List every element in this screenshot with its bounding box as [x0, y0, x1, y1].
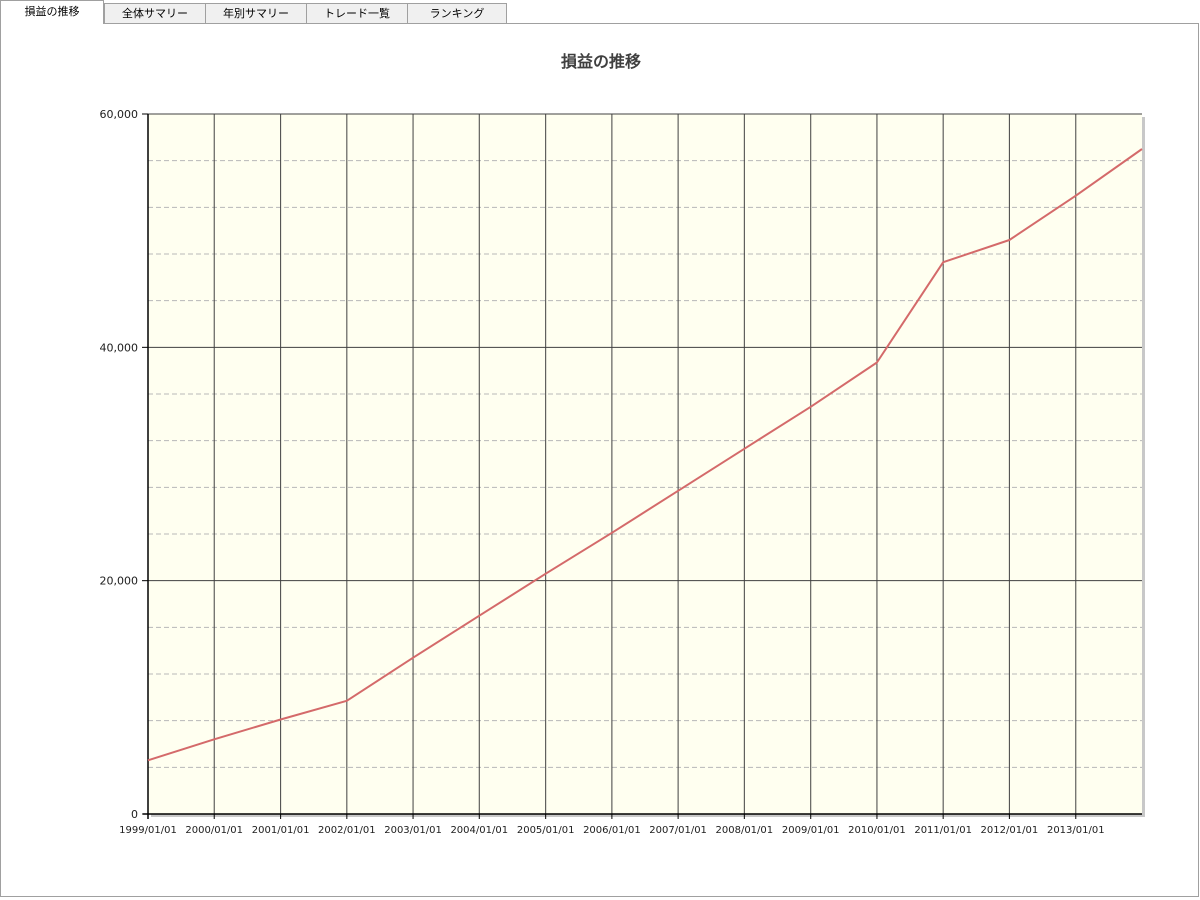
x-tick-label: 2008/01/01 — [716, 825, 774, 836]
y-tick-label: 0 — [131, 808, 138, 821]
tab-overall-summary[interactable]: 全体サマリー — [104, 3, 206, 23]
tab-trade-list[interactable]: トレード一覧 — [306, 3, 408, 23]
content-panel: 損益の推移 0 20,000 40,000 60,000 1999/01/01 2000… — [0, 23, 1199, 897]
y-axis-ticks: 0 20,000 40,000 60,000 — [100, 108, 148, 821]
y-tick-label: 20,000 — [100, 575, 139, 588]
x-tick-label: 1999/01/01 — [119, 825, 177, 836]
x-tick-label: 2013/01/01 — [1047, 825, 1105, 836]
y-tick-label: 60,000 — [100, 108, 139, 121]
x-tick-label: 2002/01/01 — [318, 825, 376, 836]
x-tick-label: 2003/01/01 — [384, 825, 442, 836]
tab-yearly-summary[interactable]: 年別サマリー — [205, 3, 307, 23]
plot-area — [148, 114, 1142, 814]
tab-profit-transition[interactable]: 損益の推移 — [0, 0, 104, 24]
profit-chart: 損益の推移 0 20,000 40,000 60,000 1999/01/01 2000… — [100, 52, 1145, 836]
y-tick-label: 40,000 — [100, 341, 139, 354]
x-tick-label: 2000/01/01 — [185, 825, 243, 836]
x-tick-label: 2006/01/01 — [583, 825, 641, 836]
x-tick-label: 2004/01/01 — [450, 825, 508, 836]
x-tick-label: 2010/01/01 — [848, 825, 906, 836]
x-tick-label: 2007/01/01 — [649, 825, 707, 836]
chart-title: 損益の推移 — [561, 52, 641, 71]
x-tick-label: 2012/01/01 — [981, 825, 1039, 836]
x-axis-ticks: 1999/01/01 2000/01/01 2001/01/01 2002/01/01… — [119, 814, 1105, 836]
x-tick-label: 2011/01/01 — [914, 825, 972, 836]
x-tick-label: 2009/01/01 — [782, 825, 840, 836]
tab-ranking[interactable]: ランキング — [407, 3, 507, 23]
x-tick-label: 2001/01/01 — [252, 825, 310, 836]
tab-bar: 損益の推移 全体サマリー 年別サマリー トレード一覧 ランキング — [0, 0, 1200, 24]
x-tick-label: 2005/01/01 — [517, 825, 575, 836]
